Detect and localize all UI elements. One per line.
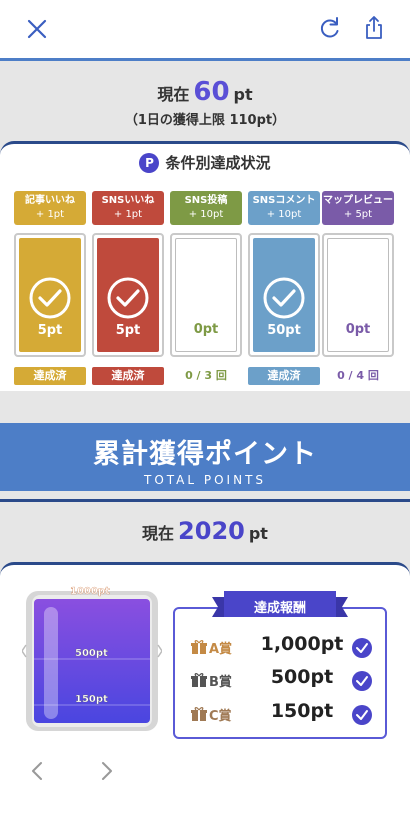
daily-current-points: 現在 60 pt (0, 77, 410, 107)
condition-fill: 50pt (253, 238, 315, 352)
tank-mark-500: 500pt (75, 648, 108, 659)
condition-column: SNS投稿 + 10pt 0pt 0 / 3 回 (170, 191, 242, 385)
reward-rank-c: C賞 (209, 709, 232, 724)
gift-icon (191, 673, 207, 687)
condition-tag: SNSコメント + 10pt (248, 191, 320, 225)
reward-points-c: 150pt (270, 700, 334, 722)
condition-bonus: + 1pt (113, 209, 143, 220)
condition-box: 0pt (322, 233, 394, 357)
conditions-card: P 条件別達成状況 記事いいね + 1pt 5pt 達成済 SNSいいね + 1pt 5pt 達… (0, 141, 410, 391)
condition-box: 50pt (248, 233, 320, 357)
banner-subtitle: TOTAL POINTS (143, 473, 267, 487)
condition-points: 50pt (267, 323, 301, 338)
reward-rank-a: A賞 (209, 642, 233, 657)
check-circle-icon (263, 277, 305, 319)
condition-bonus: + 10pt (188, 209, 224, 220)
point-icon: P (139, 153, 160, 173)
condition-label: 記事いいね (25, 195, 75, 206)
check-circle-icon (352, 705, 372, 725)
reward-row-a: A賞 1,000pt (187, 633, 383, 661)
condition-points: 5pt (37, 323, 63, 338)
condition-column: SNSコメント + 10pt 50pt 達成済 (248, 191, 320, 385)
condition-status: 達成済 (92, 367, 164, 385)
condition-label: SNSいいね (101, 195, 155, 206)
condition-label: SNS投稿 (184, 195, 228, 206)
tank-mark-1000: 1000pt (70, 586, 110, 597)
conditions-title-text: 条件別達成状況 (165, 154, 271, 172)
condition-box: 0pt (170, 233, 242, 357)
total-points-banner: 累計獲得ポイント TOTAL POINTS (0, 423, 410, 491)
total-unit: pt (248, 524, 268, 543)
reload-icon[interactable] (316, 14, 344, 42)
check-circle-icon (29, 277, 71, 319)
conditions-title: P 条件別達成状況 (0, 152, 410, 173)
condition-fill: 5pt (19, 238, 81, 352)
condition-box: 5pt (92, 233, 164, 357)
reward-row-c: C賞 150pt (187, 700, 383, 728)
chevron-right-icon[interactable] (96, 760, 116, 782)
condition-points: 0pt (345, 322, 371, 337)
check-circle-icon (352, 638, 372, 658)
condition-bonus: + 10pt (266, 209, 302, 220)
condition-label: SNSコメント (252, 195, 316, 206)
tank-mark-150: 150pt (75, 694, 108, 705)
reward-row-b: B賞 500pt (187, 666, 383, 694)
condition-fill: 0pt (327, 238, 389, 352)
reward-points-b: 500pt (270, 666, 334, 688)
close-icon[interactable] (22, 14, 52, 44)
condition-tag: SNS投稿 + 10pt (170, 191, 242, 225)
bottom-nav (0, 748, 410, 828)
daily-points-header: 現在 60 pt （1日の獲得上限 110pt） (0, 61, 410, 141)
total-value: 2020 (178, 517, 245, 545)
condition-label: マップレビュー (323, 195, 393, 206)
reward-points-a: 1,000pt (260, 633, 344, 655)
condition-bonus: + 5pt (343, 209, 373, 220)
check-circle-icon (107, 277, 149, 319)
condition-status: 0 / 3 回 (185, 369, 227, 382)
condition-column: 記事いいね + 1pt 5pt 達成済 (14, 191, 86, 385)
gift-icon (191, 640, 207, 654)
daily-unit: pt (233, 85, 253, 104)
gift-icon (191, 707, 207, 721)
condition-tag: マップレビュー + 5pt (322, 191, 394, 225)
rewards-area: 1000pt 500pt 150pt A賞 1,000pt B賞 500pt C… (0, 562, 410, 748)
condition-bonus: + 1pt (35, 209, 65, 220)
share-icon[interactable] (360, 14, 388, 42)
condition-column: マップレビュー + 5pt 0pt 0 / 4 回 (322, 191, 394, 385)
daily-value: 60 (193, 77, 230, 107)
condition-points: 5pt (115, 323, 141, 338)
rewards-box: A賞 1,000pt B賞 500pt C賞 150pt (173, 607, 387, 739)
condition-box: 5pt (14, 233, 86, 357)
condition-fill: 5pt (97, 238, 159, 352)
reward-rank-b: B賞 (209, 675, 232, 690)
daily-limit: （1日の獲得上限 110pt） (124, 113, 286, 128)
condition-column: SNSいいね + 1pt 5pt 達成済 (92, 191, 164, 385)
total-prefix: 現在 (142, 524, 175, 543)
chevron-left-icon[interactable] (28, 760, 48, 782)
divider (0, 499, 410, 502)
rewards-title: 達成報酬 (253, 601, 306, 616)
condition-points: 0pt (193, 322, 219, 337)
check-circle-icon (352, 671, 372, 691)
condition-status: 0 / 4 回 (337, 369, 379, 382)
daily-prefix: 現在 (157, 85, 190, 104)
total-current-points: 現在 2020 pt (0, 517, 410, 545)
condition-fill: 0pt (175, 238, 237, 352)
top-bar (0, 0, 410, 58)
points-tank: 1000pt 500pt 150pt (21, 585, 163, 735)
condition-tag: 記事いいね + 1pt (14, 191, 86, 225)
condition-status: 達成済 (248, 367, 320, 385)
condition-status: 達成済 (14, 367, 86, 385)
condition-tag: SNSいいね + 1pt (92, 191, 164, 225)
banner-title: 累計獲得ポイント (93, 439, 317, 470)
